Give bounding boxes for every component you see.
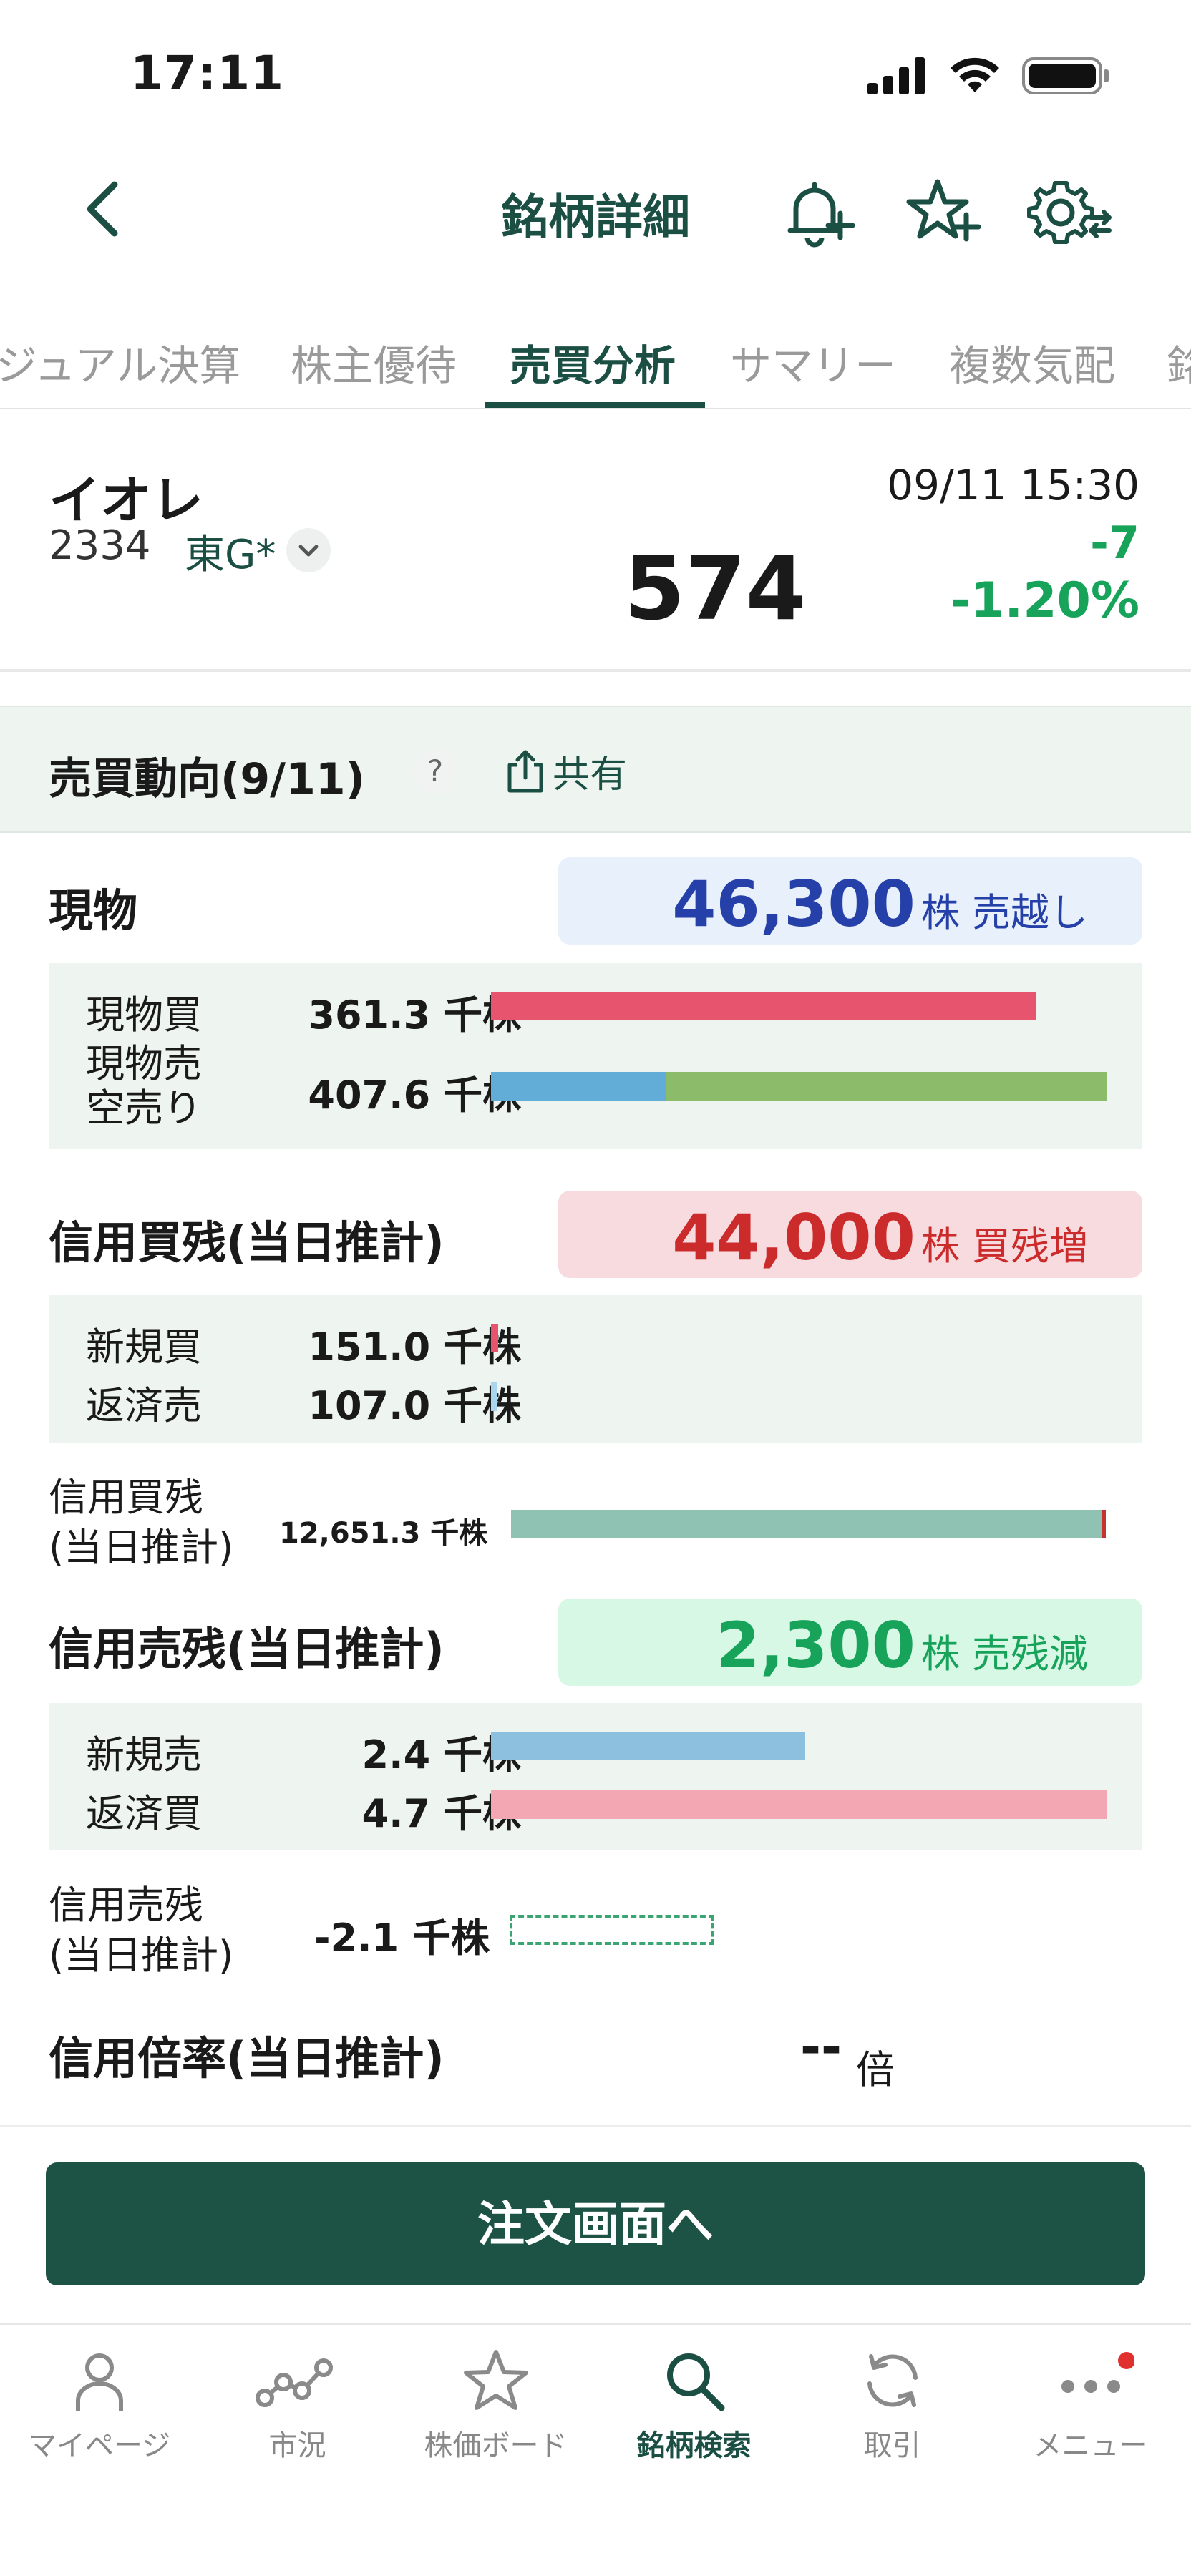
star-icon (463, 2350, 528, 2410)
nav-item-trade[interactable]: 取引 (793, 2346, 991, 2464)
margin-buy-net-unit: 株 買残増 (920, 1224, 1088, 1269)
market-icon (255, 2358, 333, 2407)
margin-buy-balance-value: 12,651.3 千株 (279, 1517, 488, 1550)
tab-trade-analysis[interactable]: 売買分析 (510, 332, 676, 392)
margin-buy-title: 信用買残(当日推計) (49, 1216, 444, 1269)
margin-sell-balance-value: -2.1 千株 (314, 1916, 490, 1961)
bottom-nav: マイページ 市況 株価ボード 銘柄検索 取引 メニュー (0, 2323, 1191, 2576)
notification-dot (1117, 2352, 1134, 2369)
active-tab-indicator (485, 402, 705, 408)
nav-label-stock-search: 銘柄検索 (636, 2429, 752, 2462)
share-label: 共有 (553, 753, 628, 796)
genbutsu-sell-track (491, 1072, 1107, 1101)
margin-new-buy-bar (491, 1324, 498, 1352)
tab-more[interactable]: 銘 (1167, 332, 1191, 392)
margin-buy-pill: 44,000 株 買残増 (558, 1191, 1142, 1278)
margin-new-sell-value: 2.4 千株 (361, 1732, 521, 1777)
more-icon (1061, 2352, 1134, 2393)
settings-button[interactable] (1026, 173, 1112, 252)
margin-buy-balance-bar (511, 1510, 1104, 1538)
short-sell-bar (666, 1072, 1107, 1101)
nav-item-menu[interactable]: メニュー (991, 2346, 1190, 2464)
help-button[interactable]: ? (412, 748, 458, 794)
genbutsu-panel: 現物買 361.3 千株 現物売 空売り 407.6 千株 (49, 963, 1142, 1149)
margin-ratio-unit: 倍 (856, 2047, 895, 2092)
margin-new-sell-bar (491, 1732, 805, 1760)
margin-sell-panel: 新規売 2.4 千株 返済買 4.7 千株 (49, 1703, 1142, 1850)
nav-label-price-board: 株価ボード (424, 2429, 568, 2462)
stock-price: 574 (624, 538, 807, 640)
tab-summary[interactable]: サマリー (730, 332, 896, 392)
genbutsu-title: 現物 (49, 884, 138, 937)
share-icon (507, 750, 543, 792)
margin-sell-net-unit: 株 売残減 (920, 1631, 1088, 1677)
divider (0, 2125, 1191, 2127)
nav-item-stock-search[interactable]: 銘柄検索 (595, 2346, 793, 2464)
nav-label-trade: 取引 (863, 2429, 921, 2462)
nav-item-price-board[interactable]: 株価ボード (397, 2346, 595, 2464)
price-change: -7 (1090, 517, 1139, 569)
margin-new-buy-value: 151.0 千株 (308, 1324, 521, 1370)
nav-label-market: 市況 (268, 2429, 326, 2462)
chevron-down-icon (298, 545, 319, 557)
margin-ratio-value: -- (800, 2018, 842, 2077)
margin-buy-change-marker (1102, 1510, 1106, 1538)
margin-buy-net-value: 44,000 (672, 1201, 915, 1274)
nav-item-mypage[interactable]: マイページ (0, 2346, 198, 2464)
person-icon (75, 2353, 123, 2411)
search-icon (666, 2353, 724, 2411)
margin-buy-balance-sublabel: (当日推計) (49, 1525, 234, 1570)
tab-bar: ジュアル決算 株主優待 売買分析 サマリー 複数気配 銘 (0, 315, 1191, 409)
margin-sell-net-value: 2,300 (716, 1609, 915, 1682)
margin-repay-sell-bar (491, 1382, 497, 1411)
genbutsu-buy-value: 361.3 千株 (308, 992, 521, 1038)
bell-plus-icon (787, 182, 855, 248)
wifi-icon (951, 57, 999, 92)
star-plus-icon (906, 179, 981, 242)
share-button[interactable]: 共有 (505, 744, 627, 798)
genbutsu-net-value: 46,300 (672, 867, 915, 941)
margin-repay-buy-value: 4.7 千株 (361, 1791, 521, 1836)
margin-repay-buy-bar (491, 1790, 1107, 1819)
signal-icon (867, 57, 925, 94)
nav-label-menu: メニュー (1033, 2429, 1148, 2462)
status-icons (867, 56, 1111, 96)
margin-ratio-title: 信用倍率(当日推計) (49, 2032, 444, 2084)
page-title: 銘柄詳細 (501, 190, 690, 245)
tab-multiple-quotes[interactable]: 複数気配 (949, 332, 1115, 392)
gear-swap-icon (1027, 181, 1112, 244)
status-time: 17:11 (130, 46, 285, 101)
price-change-percent: -1.20% (950, 572, 1139, 629)
section-title: 売買動向(9/11) (49, 754, 366, 804)
genbutsu-buy-track (491, 992, 1107, 1020)
genbutsu-buy-bar (491, 992, 1036, 1020)
nav-item-market[interactable]: 市況 (198, 2346, 397, 2464)
divider (0, 669, 1191, 672)
margin-buy-panel: 新規買 151.0 千株 返済売 107.0 千株 (49, 1295, 1142, 1443)
market-dropdown-button[interactable] (286, 528, 331, 572)
add-favorite-button[interactable] (903, 173, 982, 252)
stock-market[interactable]: 東G* (185, 522, 276, 580)
nav-label-mypage: マイページ (27, 2429, 171, 2462)
margin-sell-balance-bar (510, 1915, 714, 1945)
battery-icon (1022, 57, 1109, 94)
margin-repay-sell-value: 107.0 千株 (308, 1383, 521, 1428)
order-screen-button[interactable]: 注文画面へ (46, 2162, 1145, 2285)
genbutsu-sell-value: 407.6 千株 (308, 1073, 521, 1118)
add-alert-button[interactable] (780, 173, 859, 252)
genbutsu-sell-bar (491, 1072, 666, 1101)
genbutsu-net-pill: 46,300 株 売越し (558, 857, 1142, 945)
tab-visual-earnings[interactable]: ジュアル決算 (0, 332, 240, 392)
refresh-icon (867, 2354, 918, 2407)
margin-buy-balance-label: 信用買残 (49, 1475, 203, 1520)
margin-sell-pill: 2,300 株 売残減 (558, 1599, 1142, 1686)
margin-new-sell-track (491, 1732, 1107, 1760)
stock-code: 2334 (49, 522, 151, 569)
genbutsu-net-unit: 株 売越し (920, 890, 1088, 935)
margin-sell-title: 信用売残(当日推計) (49, 1623, 444, 1675)
quote-datetime: 09/11 15:30 (887, 461, 1139, 509)
tab-shareholder-benefits[interactable]: 株主優待 (291, 332, 457, 392)
